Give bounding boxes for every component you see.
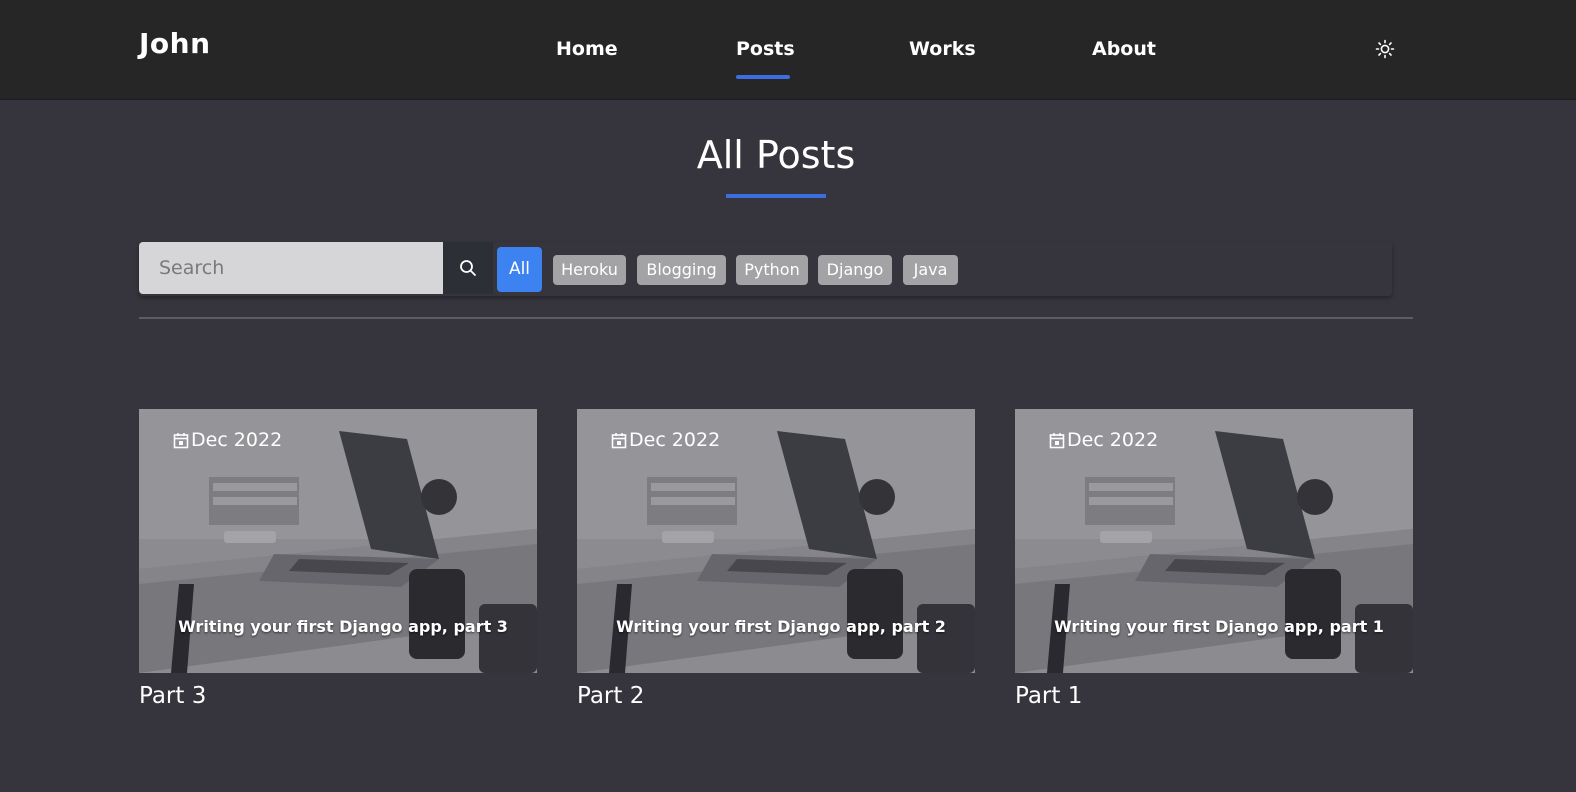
tag-heroku[interactable]: Heroku <box>553 255 626 285</box>
post-title[interactable]: Part 3 <box>139 683 206 709</box>
tag-django[interactable]: Django <box>818 255 892 285</box>
post-caption: Writing your first Django app, part 2 <box>616 617 946 636</box>
tag-python[interactable]: Python <box>736 255 808 285</box>
top-navbar: John Home Posts Works About <box>0 0 1576 100</box>
post-date-text: Dec 2022 <box>191 429 283 451</box>
calendar-icon <box>611 432 627 448</box>
theme-toggle-button[interactable] <box>1375 39 1395 59</box>
post-card[interactable]: Dec 2022 Writing your first Django app, … <box>1015 409 1413 673</box>
tag-all[interactable]: All <box>497 247 542 292</box>
calendar-icon <box>1049 432 1065 448</box>
search-input[interactable] <box>139 242 443 294</box>
nav-works[interactable]: Works <box>909 38 976 60</box>
section-divider <box>139 317 1413 319</box>
post-date-text: Dec 2022 <box>1067 429 1159 451</box>
post-date: Dec 2022 <box>173 429 282 451</box>
sun-icon <box>1375 39 1395 59</box>
active-nav-indicator <box>736 75 790 79</box>
calendar-icon <box>173 432 189 448</box>
post-date: Dec 2022 <box>1049 429 1158 451</box>
post-caption: Writing your first Django app, part 1 <box>1054 617 1384 636</box>
page-title: All Posts <box>696 133 856 177</box>
post-card[interactable]: Dec 2022 Writing your first Django app, … <box>139 409 537 673</box>
search-button[interactable] <box>443 242 493 294</box>
search-icon <box>460 260 476 276</box>
post-date: Dec 2022 <box>611 429 720 451</box>
nav-home[interactable]: Home <box>556 38 618 60</box>
post-title[interactable]: Part 2 <box>577 683 644 709</box>
brand-logo[interactable]: John <box>139 27 211 60</box>
tag-blogging[interactable]: Blogging <box>637 255 726 285</box>
tag-java[interactable]: Java <box>903 255 958 285</box>
nav-about[interactable]: About <box>1092 38 1156 60</box>
title-underline <box>726 194 826 198</box>
nav-posts[interactable]: Posts <box>736 38 795 60</box>
post-card[interactable]: Dec 2022 Writing your first Django app, … <box>577 409 975 673</box>
post-title[interactable]: Part 1 <box>1015 683 1082 709</box>
post-caption: Writing your first Django app, part 3 <box>178 617 508 636</box>
post-date-text: Dec 2022 <box>629 429 721 451</box>
